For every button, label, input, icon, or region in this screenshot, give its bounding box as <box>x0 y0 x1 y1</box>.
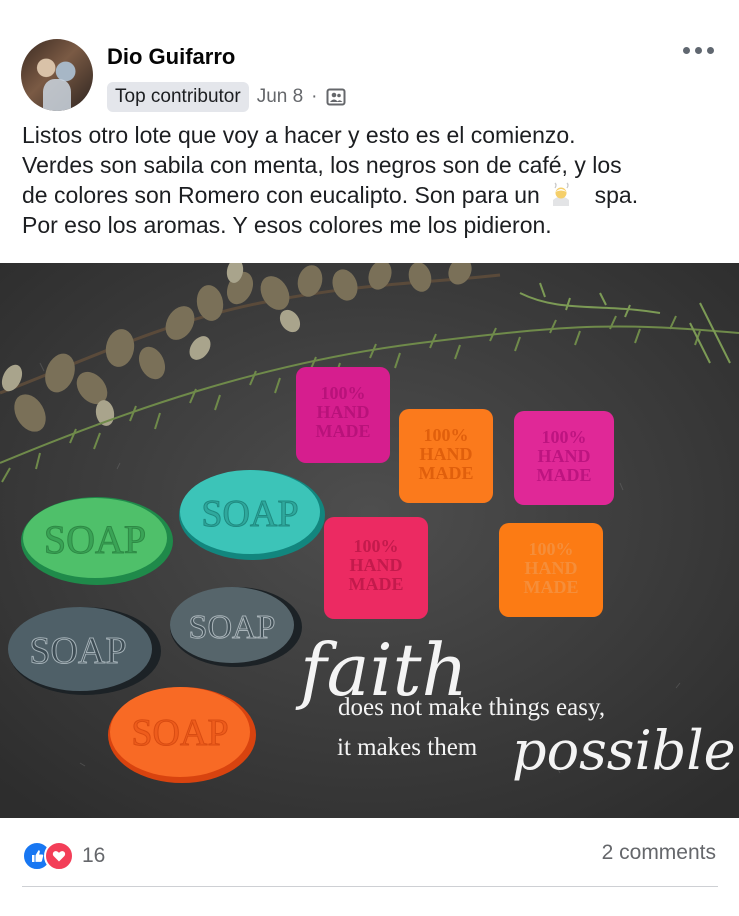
black-soap: SOAP <box>8 607 161 695</box>
handmade-text: MADE <box>419 463 474 483</box>
orange-soap: SOAP <box>108 687 256 783</box>
love-icon <box>44 841 74 871</box>
handmade-text: HAND <box>350 555 403 575</box>
quote-line-1: does not make things easy, <box>338 694 605 721</box>
handmade-soap-orange: 100% HAND MADE <box>399 409 493 503</box>
quote-line-2: it makes them <box>337 734 478 761</box>
post-meta: Top contributor Jun 8 · <box>107 81 346 113</box>
handmade-soap-magenta: 100% HAND MADE <box>514 411 614 505</box>
person-in-steamy-room-icon <box>553 182 570 206</box>
comments-count-link[interactable]: 2 comments <box>602 841 716 865</box>
teal-soap: SOAP <box>179 470 325 560</box>
reactions-summary[interactable]: 16 <box>22 841 105 871</box>
handmade-text: MADE <box>524 577 579 597</box>
post-text: Listos otro lote que voy a hacer y esto … <box>22 120 722 240</box>
handmade-text: HAND <box>317 402 370 422</box>
top-contributor-badge[interactable]: Top contributor <box>107 82 249 112</box>
soap-label: SOAP <box>44 517 146 562</box>
handmade-text: 100% <box>542 427 587 447</box>
handmade-soap-magenta: 100% HAND MADE <box>296 367 390 463</box>
post-text-line-part: de colores son Romero con eucalipto. Son… <box>22 182 540 208</box>
post-text-line: de colores son Romero con eucalipto. Son… <box>22 180 722 210</box>
post-header: Dio Guifarro Top contributor Jun 8 · <box>0 0 739 120</box>
soap-label: SOAP <box>29 630 126 672</box>
handmade-text: HAND <box>525 558 578 578</box>
handmade-text: 100% <box>424 425 469 445</box>
group-audience-icon <box>326 88 345 106</box>
reaction-count: 16 <box>82 844 106 867</box>
handmade-text: 100% <box>354 536 399 556</box>
handmade-text: HAND <box>420 444 473 464</box>
author-name[interactable]: Dio Guifarro <box>107 44 235 70</box>
handmade-text: HAND <box>538 446 591 466</box>
post-photo[interactable]: SOAP SOAP SOAP SOAP SOAP 100% HAND MADE … <box>0 263 739 818</box>
handmade-text: MADE <box>316 421 371 441</box>
post-footer: 16 2 comments <box>0 828 739 878</box>
handmade-soap-pink: 100% HAND MADE <box>324 517 428 619</box>
footer-divider <box>22 886 718 887</box>
handmade-text: 100% <box>321 383 366 403</box>
avatar[interactable] <box>21 39 93 111</box>
meta-separator: · <box>311 86 318 107</box>
post-text-line: Por eso los aromas. Y esos colores me lo… <box>22 212 552 238</box>
handmade-text: 100% <box>529 539 574 559</box>
post-text-line-part: spa. <box>594 182 639 208</box>
soap-label: SOAP <box>131 712 228 754</box>
post-text-line: Listos otro lote que voy a hacer y esto … <box>22 122 576 148</box>
handmade-text: MADE <box>349 574 404 594</box>
soap-label: SOAP <box>189 609 276 646</box>
post-date[interactable]: Jun 8 <box>257 86 303 108</box>
more-options-icon[interactable] <box>683 47 714 54</box>
quote-possible: possible <box>512 719 736 782</box>
handmade-soap-orange: 100% HAND MADE <box>499 523 603 617</box>
post-text-line: Verdes son sabila con menta, los negros … <box>22 152 622 178</box>
soap-label: SOAP <box>201 493 298 535</box>
green-soap: SOAP <box>21 497 173 585</box>
black-soap: SOAP <box>170 587 302 667</box>
handmade-text: MADE <box>537 465 592 485</box>
